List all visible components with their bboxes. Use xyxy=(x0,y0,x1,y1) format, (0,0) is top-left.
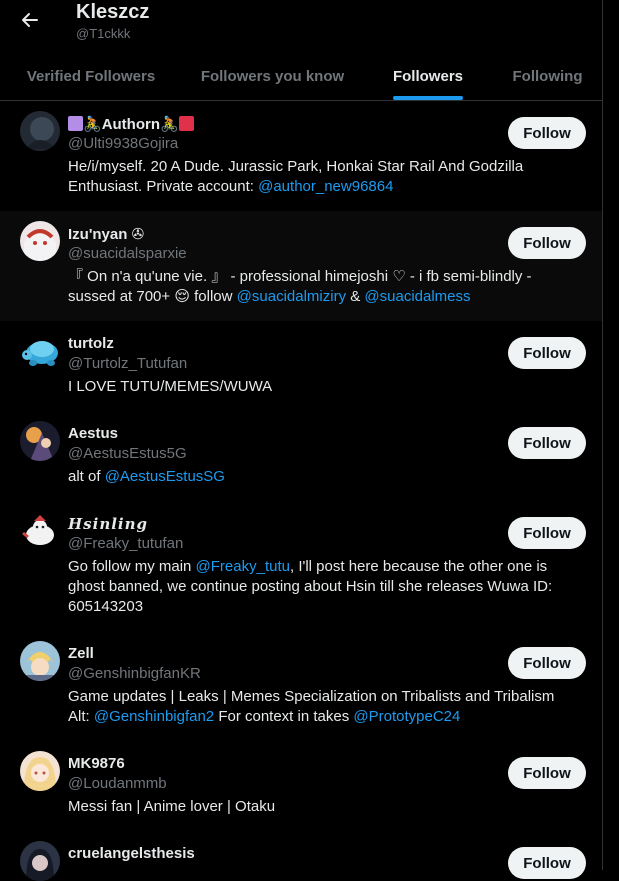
active-tab-indicator xyxy=(393,96,463,100)
user-handle[interactable]: @GenshinbigfanKR xyxy=(68,665,201,682)
user-bio: I LOVE TUTU/MEMES/WUWA xyxy=(68,377,578,397)
bio-line: Game updates | Leaks | Memes Specializat… xyxy=(68,688,555,705)
user-row[interactable]: Izu'nyan ✇ @suacidalsparxie 『 On n'a qu'… xyxy=(0,211,602,321)
user-row[interactable]: Hsinling @Freaky_tutufan Go follow my ma… xyxy=(0,501,602,631)
avatar[interactable] xyxy=(20,221,60,261)
follow-button[interactable]: Follow xyxy=(508,517,586,549)
name-text: Authorn xyxy=(101,116,161,133)
user-bio: Go follow my main @Freaky_tutu, I'll pos… xyxy=(68,557,578,617)
user-bio: He/i/myself. 20 A Dude. Jurassic Park, H… xyxy=(68,157,578,197)
user-name[interactable]: Hsinling xyxy=(68,515,148,533)
bio-text: Enthusiast. Private account: xyxy=(68,178,259,195)
mention-link[interactable]: @PrototypeC24 xyxy=(353,708,460,725)
bio-text: Go follow my main xyxy=(68,558,196,575)
tab-followers[interactable]: Followers xyxy=(363,52,493,100)
bio-text: For context in takes xyxy=(214,708,354,725)
user-handle[interactable]: @Turtolz_Tutufan xyxy=(68,355,187,372)
mention-link[interactable]: @author_new96864 xyxy=(258,178,393,195)
tab-verified-followers[interactable]: Verified Followers xyxy=(0,52,182,100)
user-row[interactable]: Aestus @AestusEstus5G alt of @AestusEstu… xyxy=(0,411,602,501)
tab-following[interactable]: Following xyxy=(493,52,602,100)
user-name[interactable]: Zell xyxy=(68,645,94,662)
avatar[interactable] xyxy=(20,751,60,791)
followers-tabs: Verified Followers Followers you know Fo… xyxy=(0,52,602,100)
profile-header: Kleszcz @T1ckkk Verified Followers Follo… xyxy=(0,0,602,101)
bio-line: 『 On n'a qu'une vie. 』 - professional hi… xyxy=(68,268,532,285)
bio-text: & xyxy=(346,288,365,305)
follow-button[interactable]: Follow xyxy=(508,847,586,879)
follow-button[interactable]: Follow xyxy=(508,337,586,369)
user-handle[interactable]: @Freaky_tutufan xyxy=(68,535,183,552)
profile-handle: @T1ckkk xyxy=(76,26,131,41)
user-handle[interactable]: @suacidalsparxie xyxy=(68,245,187,262)
user-handle[interactable]: @Loudanmmb xyxy=(68,775,167,792)
name-text: Izu'nyan xyxy=(68,226,128,243)
mention-link[interactable]: @AestusEstusSG xyxy=(105,468,225,485)
column-divider xyxy=(602,0,603,870)
bio-line: I LOVE TUTU/MEMES/WUWA xyxy=(68,378,273,395)
user-bio: Game updates | Leaks | Memes Specializat… xyxy=(68,687,578,727)
avatar[interactable] xyxy=(20,511,60,551)
bio-text: , I'll post here because the other one i… xyxy=(289,558,548,575)
user-name[interactable]: 🚴Authorn🚴 xyxy=(68,115,194,133)
follow-button[interactable]: Follow xyxy=(508,647,586,679)
cyclist-icon: 🚴 xyxy=(83,116,102,133)
user-row[interactable]: MK9876 @Loudanmmb Messi fan | Anime love… xyxy=(0,741,602,831)
follow-button[interactable]: Follow xyxy=(508,227,586,259)
user-bio: alt of @AestusEstusSG xyxy=(68,467,578,487)
follow-button[interactable]: Follow xyxy=(508,427,586,459)
user-handle[interactable]: @AestusEstus5G xyxy=(68,445,187,462)
user-name[interactable]: MK9876 xyxy=(68,755,125,772)
back-arrow-icon[interactable] xyxy=(14,4,46,36)
user-name[interactable]: Aestus xyxy=(68,425,118,442)
bio-line: ghost banned, we continue posting about … xyxy=(68,578,553,595)
avatar[interactable] xyxy=(20,421,60,461)
tab-label: Verified Followers xyxy=(26,67,156,85)
red-square-emoji xyxy=(178,116,194,131)
bio-text: sussed at 700+ 😌 follow xyxy=(68,288,237,305)
tab-label: Followers you know xyxy=(200,67,345,85)
bio-line: 605143203 xyxy=(68,598,144,615)
avatar[interactable] xyxy=(20,111,60,151)
avatar[interactable] xyxy=(20,841,60,881)
mention-link[interactable]: @Genshinbigfan2 xyxy=(94,708,214,725)
user-handle[interactable]: @Ulti9938Gojira xyxy=(68,135,178,152)
follow-button[interactable]: Follow xyxy=(508,757,586,789)
user-row[interactable]: 🚴Authorn🚴 @Ulti9938Gojira He/i/myself. 2… xyxy=(0,101,602,211)
user-bio: Messi fan | Anime lover | Otaku xyxy=(68,797,578,817)
user-row[interactable]: turtolz @Turtolz_Tutufan I LOVE TUTU/MEM… xyxy=(0,321,602,411)
followers-list: 🚴Authorn🚴 @Ulti9938Gojira He/i/myself. 2… xyxy=(0,101,602,881)
tab-followers-you-know[interactable]: Followers you know xyxy=(182,52,363,100)
user-row[interactable]: Zell @GenshinbigfanKR Game updates | Lea… xyxy=(0,631,602,741)
mention-link[interactable]: @suacidalmess xyxy=(364,288,470,305)
mention-link[interactable]: @Freaky_tutu xyxy=(196,558,290,575)
bio-text: Alt: xyxy=(68,708,94,725)
avatar[interactable] xyxy=(20,331,60,371)
cyclist-icon: 🚴 xyxy=(160,116,179,133)
user-name[interactable]: cruelangelsthesis xyxy=(68,845,195,862)
badge-icon: ✇ xyxy=(131,226,145,243)
user-bio: 『 On n'a qu'une vie. 』 - professional hi… xyxy=(68,267,578,307)
tab-label: Following xyxy=(512,67,583,85)
profile-name: Kleszcz xyxy=(76,1,150,23)
avatar[interactable] xyxy=(20,641,60,681)
tab-label: Followers xyxy=(392,67,463,85)
mention-link[interactable]: @suacidalmiziry xyxy=(237,288,346,305)
bio-text: alt of xyxy=(68,468,105,485)
bio-line: Messi fan | Anime lover | Otaku xyxy=(68,798,276,815)
follow-button[interactable]: Follow xyxy=(508,117,586,149)
bio-line: He/i/myself. 20 A Dude. Jurassic Park, H… xyxy=(68,158,524,175)
user-name[interactable]: Izu'nyan ✇ xyxy=(68,225,144,243)
purple-square-emoji xyxy=(68,116,83,131)
user-row[interactable]: cruelangelsthesis Follow xyxy=(0,831,602,881)
user-name[interactable]: turtolz xyxy=(68,335,114,352)
